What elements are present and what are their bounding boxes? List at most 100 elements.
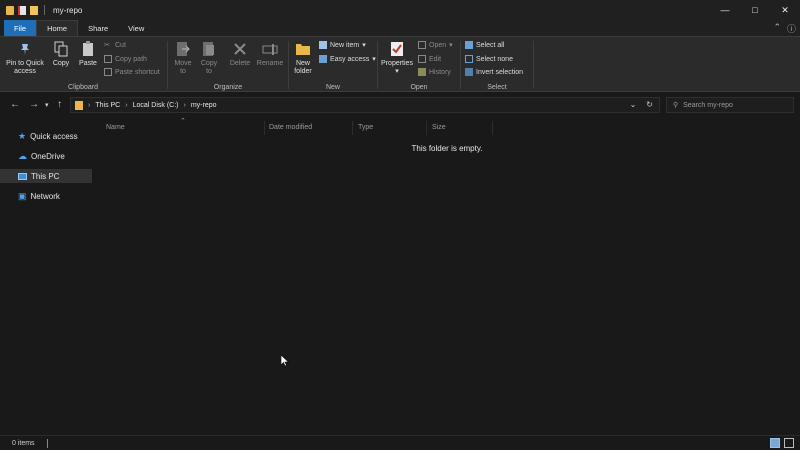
select-all-button[interactable]: Select all bbox=[465, 41, 504, 49]
close-button[interactable]: ✕ bbox=[770, 0, 800, 20]
easy-access-icon bbox=[319, 55, 327, 63]
up-arrow-icon[interactable]: ↑ bbox=[57, 99, 62, 110]
tab-view[interactable]: View bbox=[118, 20, 154, 36]
divider bbox=[352, 121, 353, 135]
cloud-icon: ☁ bbox=[18, 150, 27, 161]
delete-button[interactable]: Delete bbox=[228, 41, 252, 68]
open-button[interactable]: Open ▾ bbox=[418, 41, 453, 49]
easy-access-button[interactable]: Easy access ▾ bbox=[319, 55, 376, 63]
chevron-right-icon: › bbox=[125, 101, 128, 109]
divider bbox=[492, 121, 493, 135]
pin-to-quick-access-button[interactable]: Pin to Quick access bbox=[6, 41, 44, 76]
clipboard-group-label: Clipboard bbox=[68, 84, 98, 91]
move-to-button[interactable]: Move to bbox=[172, 41, 194, 76]
sort-ascending-icon: ⌃ bbox=[180, 118, 186, 125]
history-button[interactable]: History bbox=[418, 68, 451, 76]
help-icon[interactable]: ⓘ bbox=[787, 22, 796, 35]
breadcrumb-local-disk[interactable]: Local Disk (C:) bbox=[133, 102, 179, 109]
properties-icon bbox=[389, 41, 405, 57]
refresh-icon[interactable]: ↻ bbox=[646, 100, 653, 109]
copy-to-button[interactable]: Copy to bbox=[198, 41, 220, 76]
paste-button[interactable]: Paste bbox=[76, 41, 100, 68]
properties-button[interactable]: Properties ▾ bbox=[380, 41, 414, 76]
open-group-label: Open bbox=[410, 84, 428, 91]
status-bar: 0 items bbox=[0, 435, 800, 450]
breadcrumb-my-repo[interactable]: my-repo bbox=[191, 102, 217, 109]
empty-folder-message: This folder is empty. bbox=[411, 144, 483, 153]
sidebar-item-quick-access[interactable]: ★ Quick access bbox=[0, 129, 92, 143]
large-icons-view-icon[interactable] bbox=[784, 438, 794, 448]
copy-button[interactable]: Copy bbox=[50, 41, 72, 68]
chevron-up-icon[interactable]: ⌃ bbox=[773, 22, 781, 35]
divider bbox=[46, 438, 48, 448]
new-folder-icon[interactable] bbox=[30, 5, 38, 15]
select-group: Select all Select none Invert selection … bbox=[461, 37, 533, 93]
paste-shortcut-icon bbox=[104, 68, 112, 76]
select-none-icon bbox=[465, 55, 473, 63]
column-header-type[interactable]: Type bbox=[358, 124, 373, 131]
address-row: ← → ▾ ↑ › This PC › Local Disk (C:) › my… bbox=[0, 93, 800, 117]
sidebar-item-label: This PC bbox=[31, 171, 60, 181]
file-list[interactable]: ⌃ Name Date modified Type Size This fold… bbox=[94, 117, 800, 435]
new-group: New folder New item ▾ Easy access ▾ New bbox=[289, 37, 377, 93]
breadcrumb-this-pc[interactable]: This PC bbox=[95, 102, 120, 109]
divider bbox=[533, 41, 534, 89]
organize-group-label: Organize bbox=[213, 84, 243, 91]
address-bar[interactable]: › This PC › Local Disk (C:) › my-repo ⌄ … bbox=[70, 97, 660, 113]
copy-to-icon bbox=[201, 41, 217, 57]
minimize-button[interactable]: — bbox=[710, 0, 740, 20]
ribbon-tabs: File Home Share View ⌃ ⓘ bbox=[0, 20, 800, 36]
quick-access-toolbar bbox=[0, 5, 47, 15]
chevron-down-icon: ▾ bbox=[372, 56, 376, 63]
chevron-down-icon[interactable]: ⌄ bbox=[630, 100, 637, 109]
invert-selection-button[interactable]: Invert selection bbox=[465, 68, 523, 76]
divider bbox=[44, 5, 45, 15]
rename-button[interactable]: Rename bbox=[256, 41, 284, 68]
edit-icon bbox=[418, 55, 426, 63]
back-arrow-icon[interactable]: ← bbox=[10, 99, 20, 110]
chevron-down-icon: ▾ bbox=[362, 42, 366, 49]
column-header-date-modified[interactable]: Date modified bbox=[269, 124, 312, 131]
mouse-cursor-icon bbox=[281, 355, 289, 367]
details-view-icon[interactable] bbox=[770, 438, 780, 448]
tab-home[interactable]: Home bbox=[36, 20, 79, 36]
folder-icon[interactable] bbox=[6, 5, 14, 15]
chevron-right-icon: › bbox=[88, 101, 91, 109]
network-icon: ▣ bbox=[18, 190, 27, 201]
new-folder-button[interactable]: New folder bbox=[291, 41, 315, 76]
search-input[interactable]: ⚲ Search my-repo bbox=[666, 97, 794, 113]
new-item-button[interactable]: New item ▾ bbox=[319, 41, 366, 49]
divider bbox=[426, 121, 427, 135]
paste-shortcut-button[interactable]: Paste shortcut bbox=[104, 68, 160, 76]
history-icon bbox=[418, 68, 426, 76]
properties-icon[interactable] bbox=[18, 5, 26, 15]
tab-file[interactable]: File bbox=[4, 20, 37, 36]
column-header-size[interactable]: Size bbox=[432, 124, 446, 131]
chevron-right-icon: › bbox=[183, 101, 186, 109]
sidebar-item-label: Quick access bbox=[30, 131, 78, 141]
sidebar-item-this-pc[interactable]: This PC bbox=[0, 169, 92, 183]
search-placeholder: Search my-repo bbox=[683, 101, 733, 109]
select-all-icon bbox=[465, 41, 473, 49]
select-group-label: Select bbox=[487, 84, 507, 91]
organize-group: Move to Copy to Delete Rename Organize bbox=[168, 37, 288, 93]
cut-button[interactable]: ✂ Cut bbox=[104, 41, 126, 50]
open-icon bbox=[418, 41, 426, 49]
tab-share[interactable]: Share bbox=[78, 20, 118, 36]
edit-button[interactable]: Edit bbox=[418, 55, 441, 63]
copy-icon bbox=[53, 41, 69, 57]
maximize-button[interactable]: □ bbox=[740, 0, 770, 20]
folder-icon bbox=[295, 41, 311, 57]
select-none-button[interactable]: Select none bbox=[465, 55, 513, 63]
search-icon: ⚲ bbox=[673, 102, 679, 109]
forward-arrow-icon[interactable]: → bbox=[29, 99, 39, 110]
column-header-name[interactable]: Name bbox=[106, 124, 125, 131]
computer-icon bbox=[18, 172, 27, 180]
chevron-down-icon: ▾ bbox=[395, 68, 399, 75]
copy-path-button[interactable]: Copy path bbox=[104, 55, 147, 63]
sidebar-item-network[interactable]: ▣ Network bbox=[0, 189, 92, 203]
sidebar-item-onedrive[interactable]: ☁ OneDrive bbox=[0, 149, 92, 163]
recent-locations-icon[interactable]: ▾ bbox=[45, 101, 49, 109]
delete-icon bbox=[232, 41, 248, 57]
window-title: my-repo bbox=[53, 5, 83, 15]
